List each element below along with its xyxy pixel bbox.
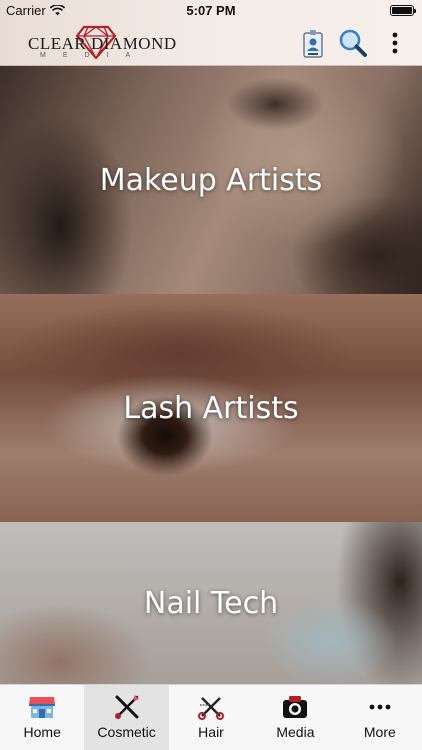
status-time: 5:07 PM	[186, 3, 236, 18]
search-button[interactable]	[338, 28, 368, 58]
category-nail-tech[interactable]: Nail Tech	[0, 522, 422, 684]
id-badge-icon	[303, 30, 323, 58]
tab-more[interactable]: More	[338, 685, 422, 750]
tab-media[interactable]: Media	[253, 685, 337, 750]
tab-label: Media	[276, 724, 315, 740]
category-lash-artists[interactable]: Lash Artists	[0, 294, 422, 522]
more-vertical-icon	[392, 32, 398, 54]
category-label: Nail Tech	[143, 585, 279, 621]
search-icon	[339, 29, 367, 57]
category-label: Lash Artists	[123, 390, 299, 426]
app-header: CLEAR DIAMOND MEDIA	[0, 22, 422, 66]
tab-label: Hair	[198, 724, 224, 740]
tab-label: Cosmetic	[97, 724, 156, 740]
app-header-background: Carrier 5:07 PM CLEAR DIAMOND MEDIA	[0, 0, 422, 66]
bottom-tab-bar: Home Cosmetic Hair Media More	[0, 684, 422, 750]
overflow-menu-button[interactable]	[380, 28, 410, 58]
makeup-brush-icon	[114, 695, 139, 719]
category-label: Makeup Artists	[99, 162, 323, 198]
status-bar: Carrier 5:07 PM	[0, 0, 422, 22]
battery-icon	[390, 5, 416, 16]
tab-home[interactable]: Home	[0, 685, 84, 750]
tab-label: More	[363, 724, 396, 740]
id-badge-button[interactable]	[298, 28, 328, 58]
scissors-comb-icon	[198, 697, 225, 720]
category-makeup-artists[interactable]: Makeup Artists	[0, 66, 422, 294]
camera-icon	[283, 696, 308, 718]
brand-logo[interactable]: CLEAR DIAMOND MEDIA	[28, 25, 176, 60]
more-horizontal-icon	[369, 704, 391, 710]
logo-wordmark: CLEAR DIAMOND	[28, 34, 177, 53]
storefront-icon	[29, 697, 56, 718]
tab-label: Home	[23, 724, 61, 740]
tab-hair[interactable]: Hair	[169, 685, 253, 750]
tab-cosmetic[interactable]: Cosmetic	[84, 685, 169, 750]
logo-subtitle: MEDIA	[40, 52, 148, 59]
